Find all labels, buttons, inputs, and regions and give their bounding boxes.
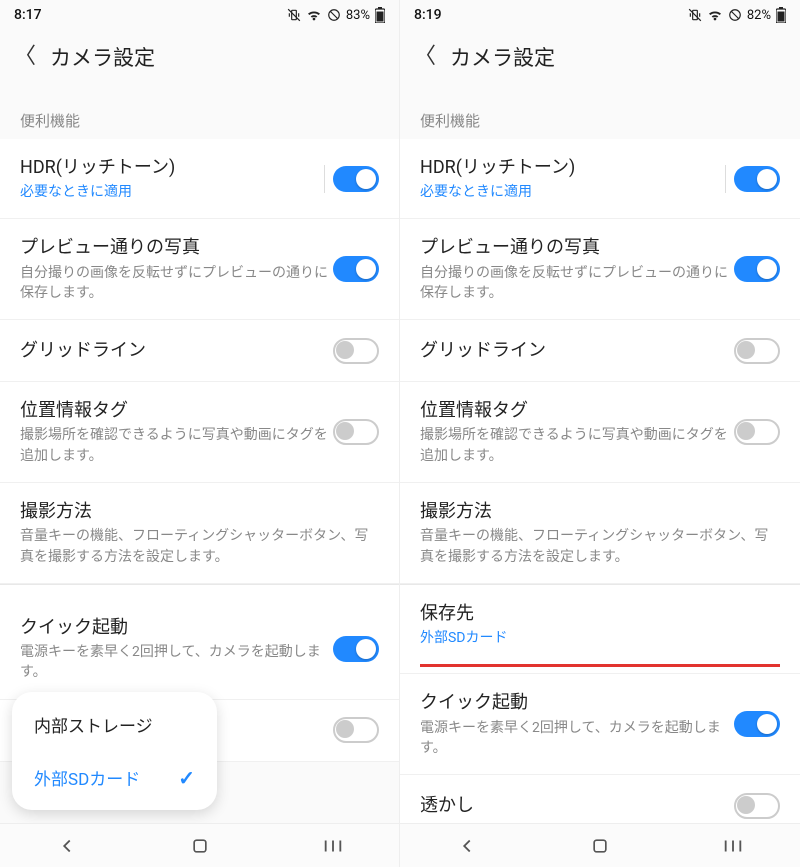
popup-option-sdcard[interactable]: 外部SDカード ✓	[12, 751, 217, 804]
back-icon[interactable]: 〈	[414, 46, 436, 68]
item-title: 保存先	[420, 601, 780, 626]
page-title: カメラ設定	[450, 42, 555, 72]
page-title: カメラ設定	[50, 42, 155, 72]
toggle-quicklaunch[interactable]	[333, 636, 379, 662]
navigation-bar	[400, 823, 800, 867]
popup-option-internal[interactable]: 内部ストレージ	[12, 698, 217, 751]
item-sub: 撮影場所を確認できるように写真や動画にタグを追加します。	[20, 425, 333, 466]
item-sub: 自分撮りの画像を反転せずにプレビューの通りに保存します。	[420, 263, 734, 304]
item-title: クイック起動	[420, 690, 734, 715]
nav-recents-icon[interactable]	[293, 838, 373, 854]
setting-hdr[interactable]: HDR(リッチトーン) 必要なときに適用	[400, 139, 800, 219]
item-sub: 外部SDカード	[420, 628, 780, 648]
check-icon: ✓	[178, 766, 195, 790]
item-sub: 電源キーを素早く2回押して、カメラを起動します。	[420, 718, 734, 759]
highlight-underline	[420, 664, 780, 667]
status-bar: 8:17 83%	[0, 0, 399, 30]
nav-back-icon[interactable]	[27, 835, 107, 857]
item-sub: 撮影場所を確認できるように写真や動画にタグを追加します。	[420, 425, 734, 466]
nav-back-icon[interactable]	[427, 835, 507, 857]
item-title: 位置情報タグ	[420, 398, 734, 423]
no-sim-icon	[327, 8, 341, 22]
item-title: グリッドライン	[20, 338, 333, 363]
status-time: 8:17	[14, 7, 42, 23]
setting-preview[interactable]: プレビュー通りの写真 自分撮りの画像を反転せずにプレビューの通りに保存します。	[0, 219, 399, 320]
battery-icon	[375, 7, 385, 23]
item-title: HDR(リッチトーン)	[420, 155, 721, 180]
app-header: 〈 カメラ設定	[0, 30, 399, 90]
setting-location[interactable]: 位置情報タグ 撮影場所を確認できるように写真や動画にタグを追加します。	[0, 382, 399, 483]
divider	[324, 165, 325, 193]
toggle-location[interactable]	[333, 419, 379, 445]
toggle-location[interactable]	[734, 419, 780, 445]
setting-quicklaunch[interactable]: クイック起動 電源キーを素早く2回押して、カメラを起動します。	[0, 584, 399, 700]
divider	[725, 165, 726, 193]
item-sub: 音量キーの機能、フローティングシャッターボタン、写真を撮影する方法を設定します。	[420, 526, 780, 567]
nav-recents-icon[interactable]	[693, 838, 773, 854]
setting-grid[interactable]: グリッドライン	[400, 320, 800, 382]
item-title: グリッドライン	[420, 338, 734, 363]
vibrate-icon	[688, 8, 702, 22]
toggle-hdr[interactable]	[734, 166, 780, 192]
navigation-bar	[0, 823, 399, 867]
item-sub: 電源キーを素早く2回押して、カメラを起動します。	[20, 642, 333, 683]
back-icon[interactable]: 〈	[14, 46, 36, 68]
setting-location[interactable]: 位置情報タグ 撮影場所を確認できるように写真や動画にタグを追加します。	[400, 382, 800, 483]
nav-home-icon[interactable]	[560, 836, 640, 856]
app-header: 〈 カメラ設定	[400, 30, 800, 90]
status-icons: 83%	[287, 7, 385, 23]
battery-percent: 82%	[747, 8, 771, 23]
item-sub: 自分撮りの画像を反転せずにプレビューの通りに保存します。	[20, 263, 333, 304]
toggle-quicklaunch[interactable]	[734, 711, 780, 737]
item-title: プレビュー通りの写真	[20, 235, 333, 260]
battery-percent: 83%	[346, 8, 370, 23]
item-title: プレビュー通りの写真	[420, 235, 734, 260]
item-title: 透かし	[420, 793, 734, 818]
nav-home-icon[interactable]	[160, 836, 240, 856]
popup-option-label: 内部ストレージ	[34, 712, 153, 737]
status-time: 8:19	[414, 7, 442, 23]
popup-option-label: 外部SDカード	[34, 765, 140, 790]
setting-shooting[interactable]: 撮影方法 音量キーの機能、フローティングシャッターボタン、写真を撮影する方法を設…	[0, 483, 399, 584]
toggle-watermark[interactable]	[734, 793, 780, 819]
setting-storage[interactable]: 保存先 外部SDカード	[400, 584, 800, 664]
section-header: 便利機能	[0, 90, 399, 139]
battery-icon	[776, 7, 786, 23]
item-title: 撮影方法	[20, 499, 379, 524]
setting-shooting[interactable]: 撮影方法 音量キーの機能、フローティングシャッターボタン、写真を撮影する方法を設…	[400, 483, 800, 584]
status-bar: 8:19 82%	[400, 0, 800, 30]
toggle-hdr[interactable]	[333, 166, 379, 192]
toggle-preview[interactable]	[734, 256, 780, 282]
item-title: 位置情報タグ	[20, 398, 333, 423]
item-sub: 必要なときに適用	[420, 182, 721, 202]
no-sim-icon	[728, 8, 742, 22]
vibrate-icon	[287, 8, 301, 22]
status-icons: 82%	[688, 7, 786, 23]
setting-preview[interactable]: プレビュー通りの写真 自分撮りの画像を反転せずにプレビューの通りに保存します。	[400, 219, 800, 320]
toggle-watermark[interactable]	[333, 717, 379, 743]
item-title: HDR(リッチトーン)	[20, 155, 320, 180]
item-title: クイック起動	[20, 615, 333, 640]
setting-hdr[interactable]: HDR(リッチトーン) 必要なときに適用	[0, 139, 399, 219]
setting-quicklaunch[interactable]: クイック起動 電源キーを素早く2回押して、カメラを起動します。	[400, 673, 800, 775]
section-header: 便利機能	[400, 90, 800, 139]
toggle-grid[interactable]	[734, 338, 780, 364]
wifi-icon	[306, 8, 322, 22]
toggle-grid[interactable]	[333, 338, 379, 364]
toggle-preview[interactable]	[333, 256, 379, 282]
wifi-icon	[707, 8, 723, 22]
item-sub: 必要なときに適用	[20, 182, 320, 202]
setting-watermark[interactable]: 透かし	[400, 775, 800, 823]
storage-popup: 内部ストレージ 外部SDカード ✓	[12, 692, 217, 810]
setting-grid[interactable]: グリッドライン	[0, 320, 399, 382]
item-title: 撮影方法	[420, 499, 780, 524]
item-sub: 音量キーの機能、フローティングシャッターボタン、写真を撮影する方法を設定します。	[20, 526, 379, 567]
